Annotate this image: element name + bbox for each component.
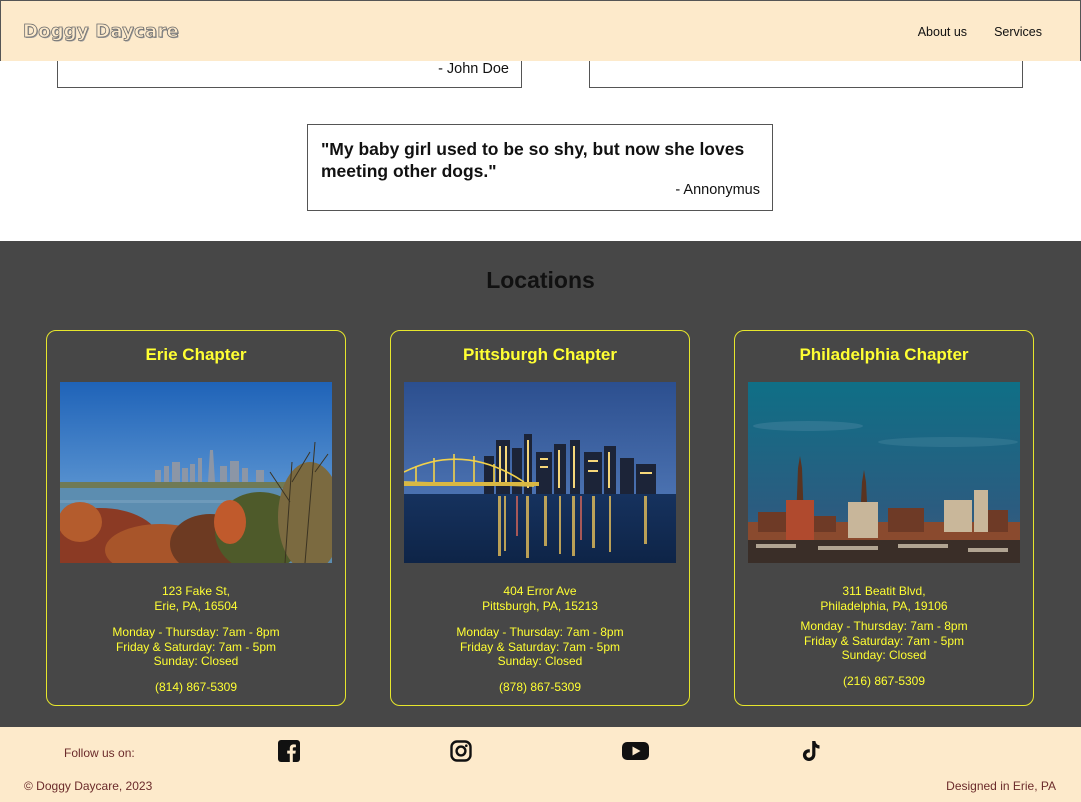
location-address: 311 Beatit Blvd, Philadelphia, PA, 19106 (735, 584, 1033, 613)
hours-line-2: Friday & Saturday: 7am - 5pm (459, 639, 621, 654)
testimonials-section: - John Doe "My baby girl used to be so s… (0, 61, 1081, 241)
site-footer: Follow us on: © Doggy Daycare, 2023 Desi… (0, 727, 1081, 802)
address-line-1: 123 Fake St, (161, 584, 231, 598)
address-line-1: 311 Beatit Blvd, (842, 584, 926, 598)
location-phone[interactable]: (814) 867-5309 (47, 680, 345, 695)
location-card-philadelphia: Philadelphia Chapter 311 Beatit Blvd, Ph… (734, 330, 1034, 706)
instagram-icon[interactable] (450, 740, 474, 764)
philadelphia-skyline-photo (748, 382, 1020, 563)
hours-line-2: Friday & Saturday: 7am - 5pm (115, 639, 277, 654)
address-line-1: 404 Error Ave (503, 584, 577, 598)
address-line-2: Philadelphia, PA, 19106 (820, 598, 948, 613)
main-nav: About us Services (918, 25, 1042, 39)
hours-line-1: Monday - Thursday: 7am - 8pm (112, 625, 280, 639)
hours-line-3: Sunday: Closed (841, 648, 927, 662)
facebook-icon[interactable] (278, 740, 302, 764)
nav-services[interactable]: Services (994, 25, 1042, 39)
location-address: 123 Fake St, Erie, PA, 16504 (47, 584, 345, 613)
testimonial-card: - John Doe (57, 61, 522, 88)
hours-line-3: Sunday: Closed (153, 654, 239, 668)
locations-section: Locations Erie Chapter 123 Fake St, Erie… (0, 241, 1081, 727)
locations-title: Locations (486, 267, 595, 293)
testimonial-author: - John Doe (438, 61, 509, 77)
location-phone[interactable]: (216) 867-5309 (735, 674, 1033, 689)
youtube-icon[interactable] (622, 740, 650, 764)
pittsburgh-skyline-photo (404, 382, 676, 563)
location-card-erie: Erie Chapter 123 Fake St, Erie, PA, 1650… (46, 330, 346, 706)
location-name: Erie Chapter (145, 345, 247, 364)
testimonial-quote: "My baby girl used to be so shy, but now… (321, 139, 745, 181)
location-card-pittsburgh: Pittsburgh Chapter 404 Error Ave Pittsbu… (390, 330, 690, 706)
testimonial-author: - Annonymus (675, 182, 760, 198)
location-address: 404 Error Ave Pittsburgh, PA, 15213 (391, 584, 689, 613)
site-logo[interactable]: Doggy Daycare (23, 21, 179, 43)
tiktok-icon[interactable] (800, 740, 824, 764)
address-line-2: Erie, PA, 16504 (154, 598, 238, 613)
copyright-text: © Doggy Daycare, 2023 (24, 779, 153, 793)
nav-about-us[interactable]: About us (918, 25, 967, 39)
follow-us-label: Follow us on: (64, 746, 135, 760)
location-name: Pittsburgh Chapter (463, 345, 617, 364)
hours-line-3: Sunday: Closed (497, 654, 583, 668)
testimonial-card (589, 61, 1023, 88)
erie-skyline-photo (60, 382, 332, 563)
hours-line-1: Monday - Thursday: 7am - 8pm (800, 619, 968, 633)
hours-line-2: Friday & Saturday: 7am - 5pm (803, 633, 965, 648)
testimonial-card: "My baby girl used to be so shy, but now… (307, 124, 773, 211)
location-hours: Monday - Thursday: 7am - 8pm Friday & Sa… (391, 625, 689, 669)
designed-in-text: Designed in Erie, PA (946, 779, 1056, 793)
location-phone[interactable]: (878) 867-5309 (391, 680, 689, 695)
location-hours: Monday - Thursday: 7am - 8pm Friday & Sa… (735, 619, 1033, 663)
address-line-2: Pittsburgh, PA, 15213 (482, 598, 598, 613)
location-hours: Monday - Thursday: 7am - 8pm Friday & Sa… (47, 625, 345, 669)
hours-line-1: Monday - Thursday: 7am - 8pm (456, 625, 624, 639)
site-header: Doggy Daycare About us Services (0, 0, 1081, 61)
location-name: Philadelphia Chapter (799, 345, 969, 364)
